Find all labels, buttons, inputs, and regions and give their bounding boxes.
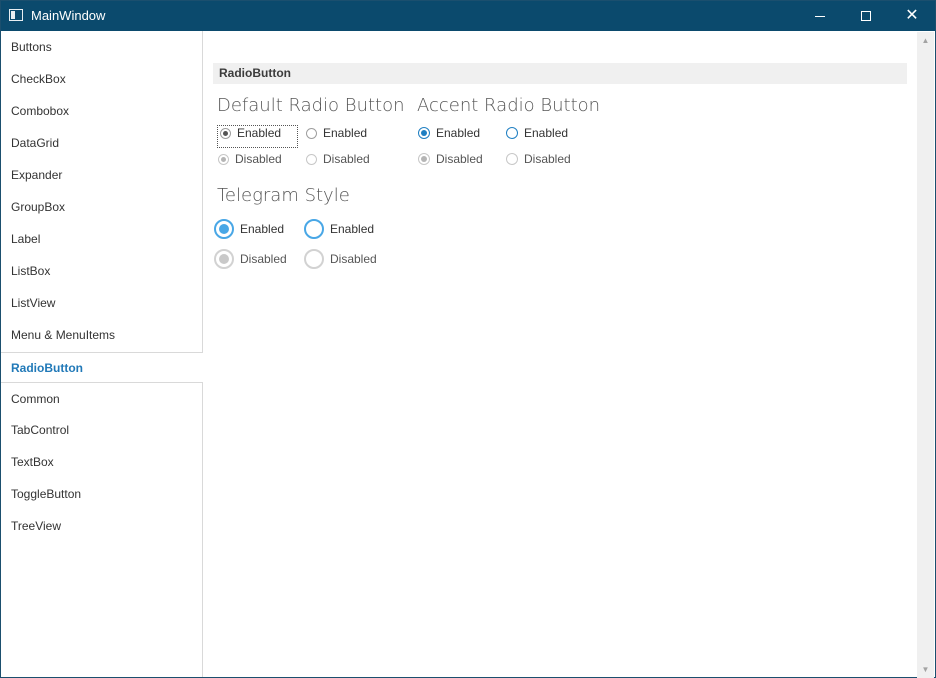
- content-panel: RadioButton Default Radio Button Enabled…: [203, 31, 917, 677]
- close-button[interactable]: ✕: [889, 1, 935, 31]
- vertical-scrollbar[interactable]: ▲ ▼: [917, 32, 934, 678]
- default-radio-enabled-unchecked[interactable]: Enabled: [306, 123, 367, 143]
- default-radio-disabled-checked: Disabled: [218, 149, 282, 169]
- minimize-icon: [815, 15, 825, 17]
- radio-indicator: [214, 219, 234, 239]
- radio-label: Disabled: [436, 152, 483, 166]
- accent-radio-enabled-checked[interactable]: Enabled: [418, 123, 480, 143]
- telegram-radio-disabled-unchecked: Disabled: [304, 249, 377, 269]
- radio-label: Enabled: [323, 126, 368, 140]
- sidebar-item-buttons[interactable]: Buttons: [1, 32, 201, 63]
- radio-indicator: [418, 127, 430, 139]
- telegram-radio-enabled-checked[interactable]: Enabled: [214, 219, 284, 239]
- scroll-down-icon[interactable]: ▼: [917, 661, 934, 678]
- radio-indicator: [214, 249, 234, 269]
- radio-indicator: [304, 249, 324, 269]
- window-icon: [9, 9, 23, 21]
- sidebar-item-textbox[interactable]: TextBox: [1, 447, 201, 478]
- radio-indicator: [506, 127, 518, 139]
- radio-label: Disabled: [524, 152, 571, 166]
- telegram-group-title: Telegram Style: [217, 185, 350, 206]
- radio-indicator: [306, 153, 317, 165]
- telegram-radio-disabled-checked: Disabled: [214, 249, 287, 269]
- accent-group-title: Accent Radio Button: [417, 95, 601, 116]
- radio-label: Enabled: [524, 126, 569, 140]
- radio-indicator: [304, 219, 324, 239]
- sidebar-item-radiobutton[interactable]: RadioButton: [1, 352, 203, 383]
- accent-radio-disabled-checked: Disabled: [418, 149, 483, 169]
- radio-label: Enabled: [330, 222, 375, 236]
- close-icon: ✕: [905, 7, 919, 24]
- sidebar-item-listbox[interactable]: ListBox: [1, 256, 201, 287]
- accent-radio-enabled-unchecked[interactable]: Enabled: [506, 123, 568, 143]
- accent-radio-disabled-unchecked: Disabled: [506, 149, 571, 169]
- default-group-title: Default Radio Button: [217, 95, 405, 116]
- radio-label: Disabled: [323, 152, 370, 166]
- sidebar-item-groupbox[interactable]: GroupBox: [1, 192, 201, 223]
- sidebar-nav: Buttons CheckBox Combobox DataGrid Expan…: [1, 31, 203, 677]
- radio-label: Enabled: [240, 222, 285, 236]
- default-radio-disabled-unchecked: Disabled: [306, 149, 370, 169]
- sidebar-item-expander[interactable]: Expander: [1, 160, 201, 191]
- sidebar-item-checkbox[interactable]: CheckBox: [1, 64, 201, 95]
- minimize-button[interactable]: [797, 1, 843, 31]
- main-window: MainWindow ✕ Buttons CheckBox Combobox D…: [0, 0, 936, 678]
- title-bar[interactable]: MainWindow ✕: [1, 1, 935, 31]
- telegram-radio-enabled-unchecked[interactable]: Enabled: [304, 219, 374, 239]
- sidebar-item-combobox[interactable]: Combobox: [1, 96, 201, 127]
- sidebar-item-menu[interactable]: Menu & MenuItems: [1, 320, 201, 351]
- radio-label: Enabled: [436, 126, 481, 140]
- sidebar-item-listview[interactable]: ListView: [1, 288, 201, 319]
- radio-label: Disabled: [330, 252, 377, 266]
- sidebar-item-tabcontrol[interactable]: TabControl: [1, 415, 201, 446]
- radio-indicator: [506, 153, 518, 165]
- section-header: RadioButton: [213, 63, 907, 84]
- default-radio-enabled-checked[interactable]: Enabled: [220, 123, 281, 143]
- radio-label: Enabled: [237, 126, 282, 140]
- sidebar-item-togglebutton[interactable]: ToggleButton: [1, 479, 201, 510]
- maximize-button[interactable]: [843, 1, 889, 31]
- radio-indicator: [220, 127, 231, 139]
- radio-indicator: [306, 127, 317, 139]
- window-title: MainWindow: [31, 8, 106, 23]
- radio-label: Disabled: [235, 152, 282, 166]
- sidebar-item-datagrid[interactable]: DataGrid: [1, 128, 201, 159]
- sidebar-item-label[interactable]: Label: [1, 224, 201, 255]
- radio-label: Disabled: [240, 252, 287, 266]
- sidebar-item-common[interactable]: Common: [1, 384, 201, 415]
- maximize-icon: [861, 11, 871, 21]
- radio-indicator: [218, 153, 229, 165]
- scroll-up-icon[interactable]: ▲: [917, 32, 934, 49]
- radio-indicator: [418, 153, 430, 165]
- sidebar-item-treeview[interactable]: TreeView: [1, 511, 201, 542]
